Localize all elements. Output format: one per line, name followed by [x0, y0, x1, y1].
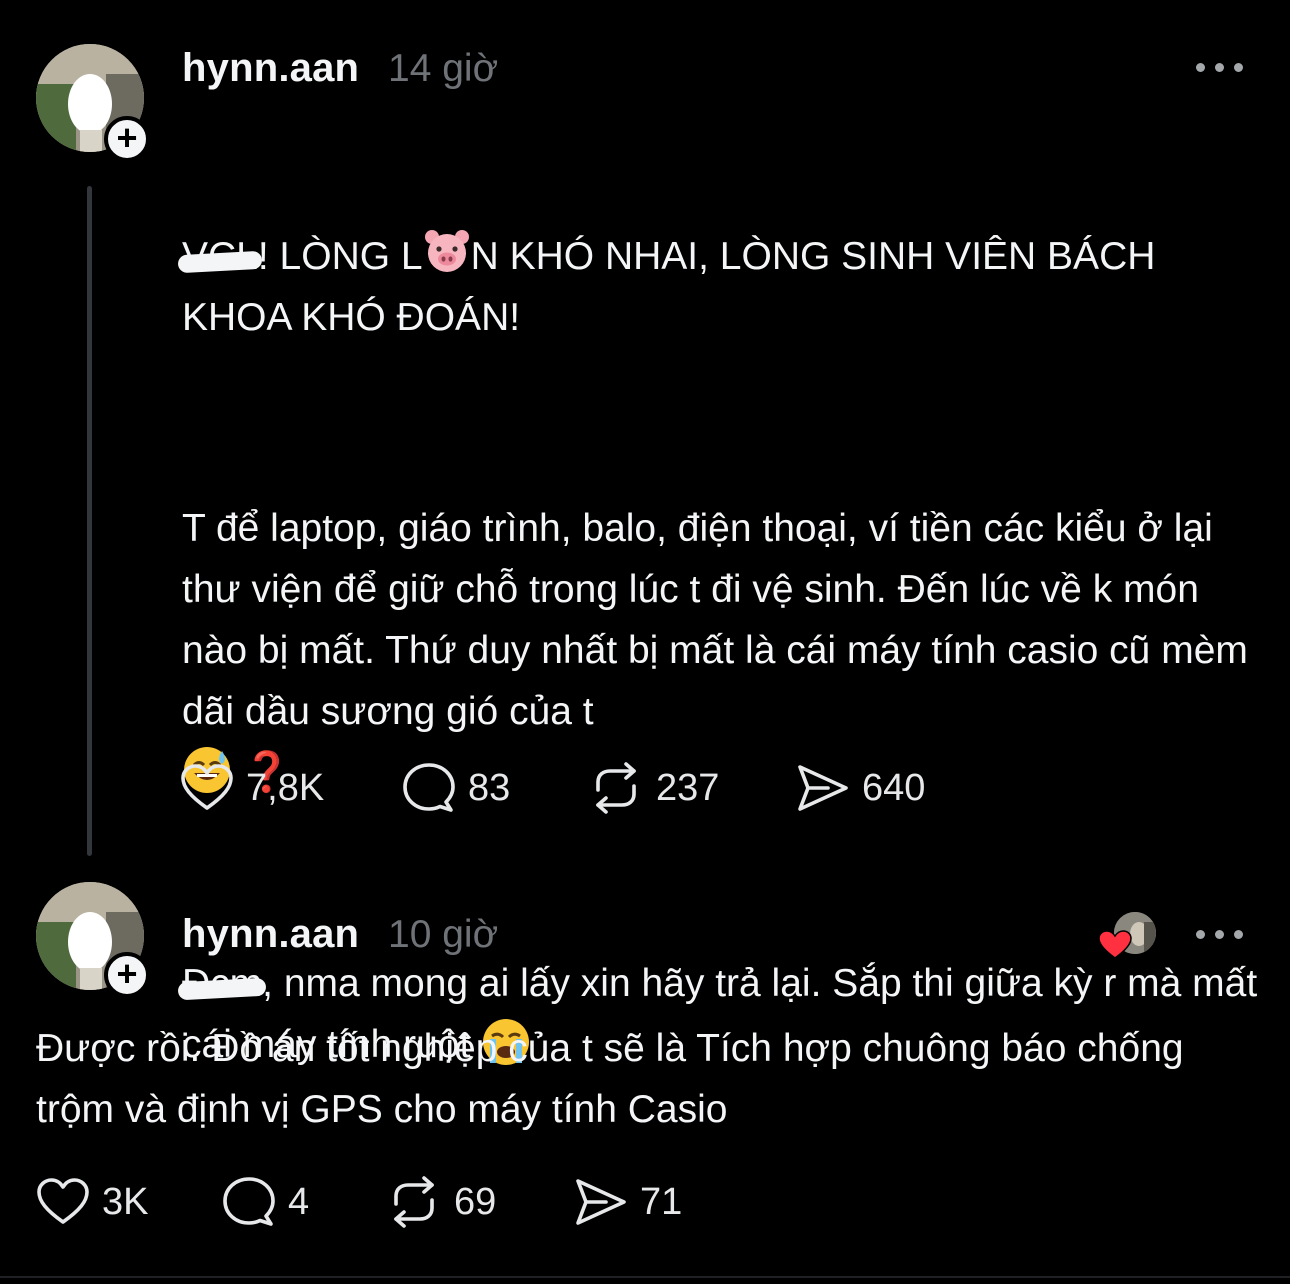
action-bar: 3K 4 69 71 [36, 1174, 736, 1230]
post-2: + hynn.aan 10 giờ Được rồi. Đồ án tốt ng… [0, 860, 1290, 1284]
comment-button[interactable]: 4 [222, 1174, 309, 1230]
comment-count: 4 [288, 1180, 310, 1223]
action-bar: 7,8K 83 237 640 [180, 760, 980, 816]
paper-plane-icon [798, 765, 848, 811]
username[interactable]: hynn.aan [182, 912, 359, 957]
red-heart-icon [1098, 930, 1132, 959]
pig-face-icon [423, 229, 471, 273]
more-options-icon[interactable] [1196, 930, 1244, 942]
heart-outline-icon [181, 764, 233, 810]
like-count: 7,8K [246, 766, 325, 809]
thread-line [87, 186, 92, 856]
follow-plus-icon[interactable]: + [104, 116, 150, 162]
repost-count: 69 [454, 1180, 497, 1223]
share-button[interactable]: 71 [574, 1174, 682, 1230]
post-paragraph-1: T để laptop, giáo trình, balo, điện thoạ… [182, 507, 1259, 795]
bottom-divider [0, 1276, 1290, 1278]
share-button[interactable]: 640 [796, 760, 925, 816]
timestamp: 14 giờ [388, 47, 499, 90]
share-count: 640 [862, 766, 926, 809]
follow-plus-icon[interactable]: + [104, 952, 150, 998]
heart-outline-icon [37, 1178, 89, 1224]
paper-plane-icon [576, 1179, 626, 1225]
post-body: Được rồi. Đồ án tốt nghiệp của t sẽ là T… [36, 1027, 1195, 1131]
redacted-word: VCL [182, 226, 258, 287]
like-button[interactable]: 3K [36, 1174, 148, 1230]
timestamp: 10 giờ [388, 913, 499, 956]
post-1: + hynn.aan 14 giờ VCL! LÒNG LN KHÓ NHAI,… [0, 0, 1290, 1066]
post-headline: VCL! LÒNG LN KHÓ NHAI, LÒNG SINH VIÊN BÁ… [182, 226, 1262, 348]
speech-bubble-icon [403, 763, 455, 812]
like-button[interactable]: 7,8K [180, 760, 324, 816]
more-options-icon[interactable] [1196, 63, 1244, 75]
repost-arrows-icon [596, 762, 636, 814]
repost-arrows-icon [394, 1176, 434, 1228]
repost-button[interactable]: 69 [386, 1174, 496, 1230]
repost-button[interactable]: 237 [588, 760, 719, 816]
like-count: 3K [102, 1180, 149, 1223]
username[interactable]: hynn.aan [182, 46, 359, 91]
comment-count: 83 [468, 766, 511, 809]
speech-bubble-icon [223, 1177, 275, 1226]
repost-count: 237 [656, 766, 720, 809]
share-count: 71 [640, 1180, 683, 1223]
reactor-avatars[interactable] [1098, 910, 1158, 960]
comment-button[interactable]: 83 [402, 760, 510, 816]
